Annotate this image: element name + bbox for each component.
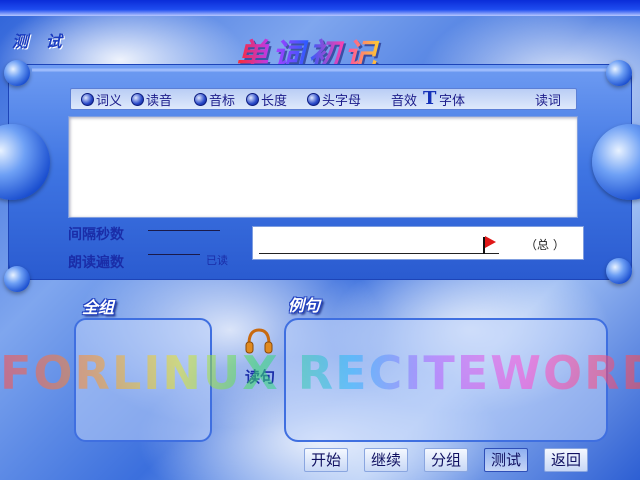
option-sound-effect[interactable]: 音效 xyxy=(391,91,417,109)
word-display-area xyxy=(68,116,578,218)
watermark-text: FORLINUX RECITEWORD xyxy=(0,346,640,400)
repeat-value-line[interactable] xyxy=(148,254,200,255)
option-read-word[interactable]: 读词 xyxy=(535,91,561,109)
option-length[interactable]: 长度 xyxy=(246,91,287,109)
flag-icon xyxy=(485,236,496,248)
panel-corner-ball xyxy=(4,60,30,86)
option-meaning[interactable]: 词义 xyxy=(81,91,122,109)
font-t-icon[interactable]: T xyxy=(423,90,437,108)
options-bar: 词义 读音 音标 长度 头字母 音效 T 字体 读词 xyxy=(70,88,577,110)
group-title: 全组 xyxy=(82,298,115,317)
total-label: （总 ） xyxy=(525,238,565,252)
repeat-label: 朗读遍数 xyxy=(68,255,124,271)
already-read-label: 已读 xyxy=(206,254,228,267)
interval-value-line[interactable] xyxy=(148,230,220,231)
option-font[interactable]: T 字体 xyxy=(423,90,465,109)
radio-icon[interactable] xyxy=(246,92,259,106)
interval-label: 间隔秒数 xyxy=(68,227,124,243)
radio-icon[interactable] xyxy=(131,92,144,106)
progress-track xyxy=(259,253,499,254)
group-button[interactable]: 分组 xyxy=(424,448,469,472)
top-title-bar xyxy=(0,0,640,16)
mode-title: 测 试 xyxy=(12,32,68,51)
radio-icon[interactable] xyxy=(194,92,207,106)
panel-corner-ball xyxy=(606,258,632,284)
option-initial[interactable]: 头字母 xyxy=(307,91,361,109)
test-button[interactable]: 测试 xyxy=(484,448,529,472)
progress-box: （总 ） xyxy=(252,226,584,260)
option-pronunciation[interactable]: 读音 xyxy=(131,91,172,109)
back-button[interactable]: 返回 xyxy=(544,448,589,472)
radio-icon[interactable] xyxy=(307,92,320,106)
example-title: 例句 xyxy=(288,296,321,315)
option-phonetic[interactable]: 音标 xyxy=(194,91,235,109)
panel-corner-ball xyxy=(606,60,632,86)
start-button[interactable]: 开始 xyxy=(304,448,349,472)
radio-icon[interactable] xyxy=(81,92,94,106)
continue-button[interactable]: 继续 xyxy=(364,448,409,472)
panel-corner-ball xyxy=(4,266,30,292)
